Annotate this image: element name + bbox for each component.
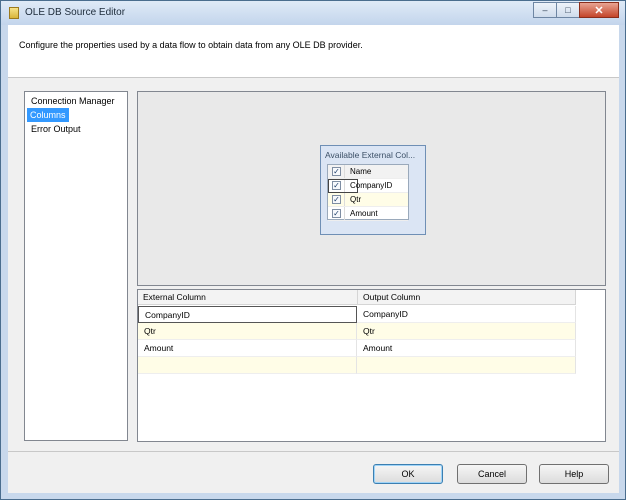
output-column-cell[interactable]: Qtr xyxy=(357,323,576,340)
dialog-client: Configure the properties used by a data … xyxy=(8,25,619,493)
maximize-button[interactable]: □ xyxy=(556,2,580,18)
nav-item-columns[interactable]: Columns xyxy=(27,108,69,122)
column-divider xyxy=(344,207,345,220)
header-divider xyxy=(8,77,619,78)
available-columns-list: ✓ Name ✓ CompanyID ✓ Qtr ✓ Amount xyxy=(327,164,409,221)
column-name: Amount xyxy=(350,209,378,218)
checkbox-companyid[interactable]: ✓ xyxy=(332,181,341,190)
external-column-cell[interactable]: CompanyID xyxy=(138,306,357,323)
available-columns-title: Available External Col... xyxy=(325,150,416,160)
ok-button[interactable]: OK xyxy=(373,464,443,484)
column-row-qtr[interactable]: ✓ Qtr xyxy=(328,193,408,207)
dialog-description: Configure the properties used by a data … xyxy=(19,40,363,50)
title-bar[interactable]: OLE DB Source Editor – □ ✕ xyxy=(1,1,625,25)
minimize-button[interactable]: – xyxy=(533,2,557,18)
column-mapping-grid: External Column Output Column CompanyID … xyxy=(137,289,606,442)
name-header: Name xyxy=(350,167,372,176)
help-button[interactable]: Help xyxy=(539,464,609,484)
cancel-button[interactable]: Cancel xyxy=(457,464,527,484)
window-controls: – □ ✕ xyxy=(533,2,619,18)
column-name: Qtr xyxy=(350,195,362,204)
external-column-cell[interactable]: Amount xyxy=(138,340,357,357)
output-column-cell[interactable] xyxy=(357,357,576,374)
table-row[interactable]: Qtr Qtr xyxy=(138,323,576,340)
column-divider xyxy=(344,193,345,206)
table-row[interactable]: CompanyID CompanyID xyxy=(138,306,576,323)
output-column-header[interactable]: Output Column xyxy=(358,290,576,305)
footer-divider xyxy=(8,451,619,452)
table-row-empty[interactable] xyxy=(138,357,576,374)
table-row[interactable]: Amount Amount xyxy=(138,340,576,357)
checkbox-qtr[interactable]: ✓ xyxy=(332,195,341,204)
select-all-checkbox[interactable]: ✓ xyxy=(332,167,341,176)
columns-list-header: ✓ Name xyxy=(328,165,408,179)
output-column-cell[interactable]: Amount xyxy=(357,340,576,357)
column-row-companyid[interactable]: ✓ CompanyID xyxy=(328,179,408,193)
page-list: Connection Manager Columns Error Output xyxy=(24,91,128,441)
window-title: OLE DB Source Editor xyxy=(25,7,126,18)
external-column-cell[interactable] xyxy=(138,357,357,374)
column-divider xyxy=(344,165,345,178)
output-column-cell[interactable]: CompanyID xyxy=(357,306,576,323)
dialog-window: OLE DB Source Editor – □ ✕ Configure the… xyxy=(0,0,626,500)
header-band: Configure the properties used by a data … xyxy=(8,25,619,77)
available-columns-panel[interactable]: Available External Col... ✓ Name ✓ Compa… xyxy=(320,145,426,235)
external-column-header[interactable]: External Column xyxy=(138,290,358,305)
external-column-cell[interactable]: Qtr xyxy=(138,323,357,340)
column-name: CompanyID xyxy=(350,181,393,190)
nav-item-connection-manager[interactable]: Connection Manager xyxy=(27,94,127,108)
nav-item-error-output[interactable]: Error Output xyxy=(27,122,127,136)
ssis-source-icon xyxy=(9,7,19,19)
close-button[interactable]: ✕ xyxy=(579,2,619,18)
checkbox-amount[interactable]: ✓ xyxy=(332,209,341,218)
column-row-amount[interactable]: ✓ Amount xyxy=(328,207,408,221)
